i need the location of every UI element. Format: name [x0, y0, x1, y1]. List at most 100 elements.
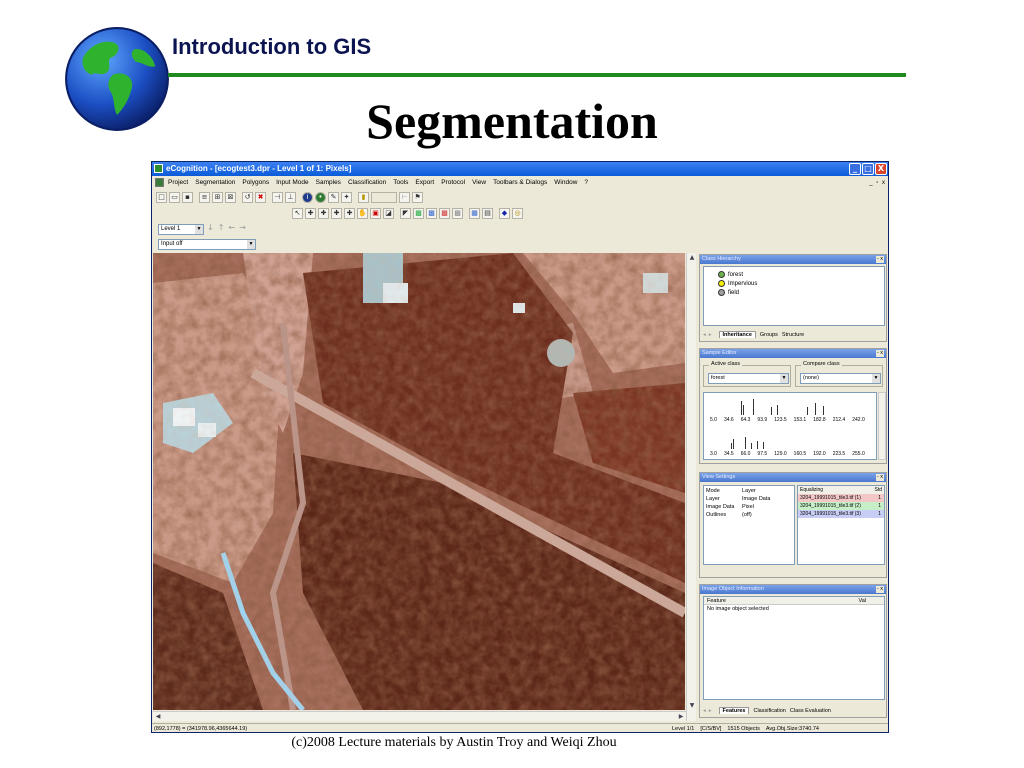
settings-icon[interactable]: • [315, 192, 326, 203]
viewer-horizontal-scrollbar[interactable]: ◀ ▶ [153, 711, 686, 721]
sample-icon[interactable]: ✚ [318, 208, 329, 219]
zoom-out-icon[interactable]: ⊢ [399, 192, 410, 203]
class-color-icon [718, 280, 725, 287]
level-nav-arrows[interactable]: ↓↑←→ [207, 223, 250, 232]
menu-segmentation[interactable]: Segmentation [195, 177, 235, 189]
menu-toolbars-dialogs[interactable]: Toolbars & Dialogs [493, 177, 547, 189]
menu-export[interactable]: Export [415, 177, 434, 189]
menu-view[interactable]: View [472, 177, 486, 189]
square-icon[interactable]: ▣ [370, 208, 381, 219]
paint-icon[interactable]: ◆ [499, 208, 510, 219]
minimize-button[interactable]: _ [849, 163, 861, 175]
menu-samples[interactable]: Samples [316, 177, 341, 189]
grid-icon[interactable]: ⊞ [212, 192, 223, 203]
panel-close-icon[interactable]: - x [875, 350, 884, 357]
tab-groups[interactable]: Groups [760, 332, 778, 338]
hand-icon[interactable]: ✋ [357, 208, 368, 219]
view3-icon[interactable]: ▩ [439, 208, 450, 219]
scroll-right-icon[interactable]: ▶ [676, 712, 686, 722]
scroll-left-icon[interactable]: ◀ [153, 712, 163, 722]
feature-column-header[interactable]: Feature [707, 597, 726, 604]
view-setting-layer[interactable]: Layer Image Data [706, 495, 792, 503]
view-setting-mode[interactable]: Mode Layer [706, 487, 792, 495]
view-setting-image-data[interactable]: Image Data Pixel [706, 503, 792, 511]
view-setting-outlines[interactable]: Outlines (off) [706, 511, 792, 519]
view2-icon[interactable]: ▩ [426, 208, 437, 219]
pointer-icon[interactable]: ↖ [292, 208, 303, 219]
menu-project[interactable]: Project [168, 177, 188, 189]
zoom-icon[interactable]: ▤ [482, 208, 493, 219]
network-icon[interactable]: ⊠ [225, 192, 236, 203]
undo-icon[interactable]: ↺ [242, 192, 253, 203]
layer-file-row[interactable]: 3204_19991015_tile3.tif (2) 1 [798, 502, 884, 510]
class-item-field[interactable]: field [718, 288, 884, 297]
active-class-select[interactable]: forest ▼ [708, 373, 789, 384]
wand-icon[interactable]: ✦ [341, 192, 352, 203]
input-mode-select[interactable]: Input off ▼ [158, 239, 256, 250]
class-item-forest[interactable]: forest [718, 270, 884, 279]
window-icon[interactable]: ◤ [400, 208, 411, 219]
status-objects: 1515 Objects [727, 726, 760, 732]
scroll-down-icon[interactable]: ▼ [687, 701, 697, 711]
view1-icon[interactable]: ▩ [413, 208, 424, 219]
level-select[interactable]: Level 1 ▼ [158, 224, 204, 235]
close-button[interactable]: X [875, 163, 887, 175]
class-item-impervious[interactable]: Impervious [718, 279, 884, 288]
layers-icon[interactable]: ≡ [199, 192, 210, 203]
document-icon[interactable] [155, 178, 164, 187]
tools-icon[interactable]: ✎ [328, 192, 339, 203]
new-icon[interactable]: □ [156, 192, 167, 203]
info-icon[interactable]: i [302, 192, 313, 203]
select-icon[interactable]: ✚ [305, 208, 316, 219]
histogram-axis-2: 3.0 34.5 66.0 97.5 129.0 160.5 192.0 223.5 2… [710, 451, 865, 457]
menu-input-mode[interactable]: Input Mode [276, 177, 309, 189]
layer-file-row[interactable]: 3204_19991015_tile3.tif (1) 1 [798, 494, 884, 502]
polygon-icon[interactable]: ◪ [383, 208, 394, 219]
tab-features[interactable]: Features [718, 707, 750, 714]
viewer-vertical-scrollbar[interactable]: ▲ ▼ [686, 253, 696, 721]
panel-close-icon[interactable]: - x [875, 474, 884, 481]
sample2-icon[interactable]: ✚ [331, 208, 342, 219]
export-icon[interactable]: ◎ [512, 208, 523, 219]
menu-help[interactable]: ? [584, 177, 588, 189]
zoom-in-icon[interactable]: ▮ [358, 192, 369, 203]
maximize-button[interactable]: □ [862, 163, 874, 175]
chevron-down-icon: ▼ [195, 225, 203, 234]
tab-structure[interactable]: Structure [782, 332, 804, 338]
tab-scroll-icon[interactable]: ◂▸ [703, 332, 715, 338]
tab-classification[interactable]: Classification [753, 708, 785, 714]
class-hierarchy-title: Class Hierarchy [702, 256, 741, 262]
tab-inheritance[interactable]: Inheritance [718, 331, 756, 338]
outline-icon[interactable]: ▦ [469, 208, 480, 219]
menu-tools[interactable]: Tools [393, 177, 408, 189]
panel-title: Class Hierarchy - x [700, 255, 886, 264]
delete-icon[interactable]: ✖ [255, 192, 266, 203]
layer-file-row[interactable]: 3204_19991015_tile3.tif (3) 1 [798, 510, 884, 518]
slide-heading: Introduction to GIS [172, 34, 372, 59]
value-column-header[interactable]: Val [858, 597, 866, 604]
tab-scroll-icon[interactable]: ◂▸ [703, 708, 715, 714]
scroll-up-icon[interactable]: ▲ [687, 253, 697, 263]
menu-protocol[interactable]: Protocol [441, 177, 465, 189]
sample3-icon[interactable]: ✚ [344, 208, 355, 219]
status-mode: [C/S/BV] [700, 726, 722, 732]
menu-polygons[interactable]: Polygons [242, 177, 269, 189]
binoculars-icon[interactable]: ⚑ [412, 192, 423, 203]
window-titlebar[interactable]: eCognition - [ecogtest3.dpr - Level 1 of… [152, 162, 888, 176]
merge-icon[interactable]: ⊥ [285, 192, 296, 203]
menu-window[interactable]: Window [554, 177, 577, 189]
save-icon[interactable]: ▪ [182, 192, 193, 203]
view4-icon[interactable]: ▩ [452, 208, 463, 219]
mdi-controls[interactable]: _ ▫ x [869, 177, 886, 189]
open-icon[interactable]: ▭ [169, 192, 180, 203]
image-viewer[interactable] [153, 253, 685, 710]
layer-equalizing-list: Equalizing Std 3204_19991015_tile3.tif (1… [797, 485, 885, 565]
panel-close-icon[interactable]: - x [875, 256, 884, 263]
panel-close-icon[interactable]: - x [875, 586, 884, 593]
compare-class-select[interactable]: (none) ▼ [800, 373, 881, 384]
split-icon[interactable]: ⊣ [272, 192, 283, 203]
histogram-scrollbar[interactable] [878, 392, 886, 460]
menu-classification[interactable]: Classification [348, 177, 386, 189]
tab-class-evaluation[interactable]: Class Evaluation [790, 708, 831, 714]
no-selection-message: No image object selected [707, 606, 769, 612]
